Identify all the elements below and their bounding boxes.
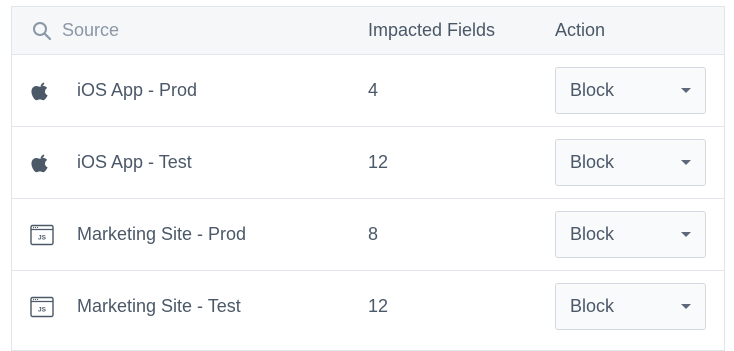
impacted-fields-header: Impacted Fields [368,20,496,40]
impacted-fields-count: 12 [368,296,389,316]
caret-down-icon [681,304,691,309]
js-window-icon: JS [30,224,54,246]
svg-text:JS: JS [38,235,47,242]
apple-icon [30,80,52,102]
caret-down-icon [681,160,691,165]
action-select-value: Block [570,296,615,316]
caret-down-icon [681,88,691,93]
caret-down-icon [681,232,691,237]
impacted-fields-count: 8 [368,224,379,244]
impacted-fields-count: 12 [368,152,389,172]
action-header: Action [555,20,606,40]
impacted-fields-count: 4 [368,80,379,100]
source-name: iOS App - Prod [77,80,198,100]
action-select-value: Block [570,152,615,172]
table-header: Source Impacted Fields Action [12,7,724,55]
table-row: JS Marketing Site - Prod 8 Block [12,199,724,271]
action-select[interactable]: Block [555,211,706,258]
sources-table: Source Impacted Fields Action iOS App - … [11,6,725,351]
svg-text:JS: JS [38,307,47,314]
table-row: JS Marketing Site - Test 12 Block [12,271,724,343]
js-window-icon: JS [30,296,54,318]
table-row: iOS App - Prod 4 Block [12,55,724,127]
action-select[interactable]: Block [555,67,706,114]
action-select[interactable]: Block [555,139,706,186]
source-name: Marketing Site - Test [77,296,241,316]
action-select-value: Block [570,224,615,244]
source-name: iOS App - Test [77,152,192,172]
action-select[interactable]: Block [555,283,706,330]
table-row: iOS App - Test 12 Block [12,127,724,199]
apple-icon [30,152,52,174]
action-select-value: Block [570,80,615,100]
search-icon[interactable] [32,21,52,41]
source-search-input[interactable]: Source [62,7,119,54]
source-name: Marketing Site - Prod [77,224,247,244]
